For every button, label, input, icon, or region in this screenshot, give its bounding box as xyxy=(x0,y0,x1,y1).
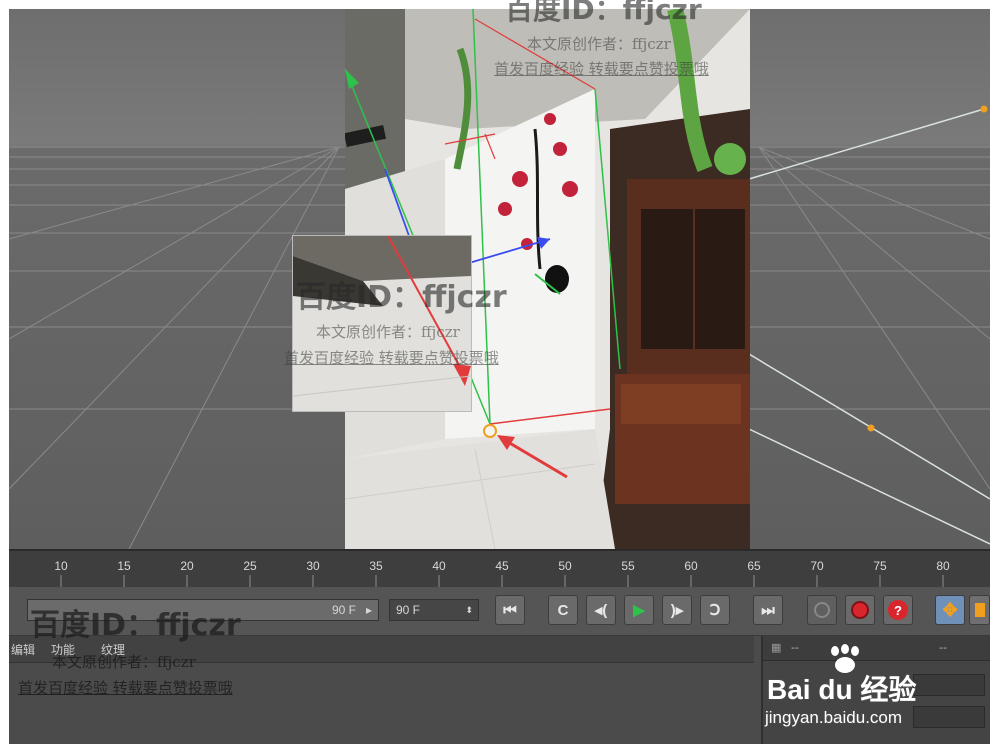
autokey-icon xyxy=(851,601,869,619)
timeline-tick: 40 xyxy=(432,559,446,573)
previous-frame-button[interactable]: ◂( xyxy=(586,595,616,625)
slider-arrow-icon: ▸ xyxy=(365,603,372,617)
next-frame-icon: )▸ xyxy=(670,602,684,619)
timeline-tick: 50 xyxy=(558,559,572,573)
help-button[interactable]: ? xyxy=(883,595,913,625)
help-icon-glyph: ? xyxy=(894,602,902,618)
watermark-id-bottom: 百度ID：ffjczr xyxy=(30,608,241,643)
watermark-promo-middle: 首发百度经验 转载要点赞投票哦 xyxy=(284,349,499,367)
timeline-tick: 35 xyxy=(369,559,383,573)
watermark-promo-bottom: 首发百度经验 转载要点赞投票哦 xyxy=(18,679,233,697)
go-to-end-button[interactable]: ⏭ xyxy=(753,595,783,625)
next-keyframe-icon: Ↄ xyxy=(709,602,721,619)
watermark-author-bottom: 本文原创作者：ffjczr xyxy=(52,653,196,671)
watermark-promo-top: 首发百度经验 转载要点赞投票哦 xyxy=(494,60,709,78)
record-disabled-button[interactable] xyxy=(807,595,837,625)
timeline-ruler[interactable]: 10 15 20 25 30 35 40 45 50 55 60 65 70 7… xyxy=(9,549,990,589)
next-keyframe-button[interactable]: Ↄ xyxy=(700,595,730,625)
autokey-button[interactable] xyxy=(845,595,875,625)
watermark-author-middle: 本文原创作者：ffjczr xyxy=(316,323,460,341)
timeline-tick: 80 xyxy=(936,559,950,573)
timeline-tick: 60 xyxy=(684,559,698,573)
baidu-brand-text: Bai du 经验 xyxy=(767,674,917,705)
move-icon: ✥ xyxy=(942,599,958,620)
watermark-author-top: 本文原创作者：ffjczr xyxy=(527,35,671,53)
scale-tool-button[interactable] xyxy=(969,595,990,625)
timeline-tick: 75 xyxy=(873,559,887,573)
disabled-record-icon xyxy=(814,602,830,618)
baidu-jingyan-logo: Bai du 经验 jingyan.baidu.com xyxy=(765,642,955,732)
move-tool-button[interactable]: ✥ xyxy=(935,595,965,625)
end-frame-slider-label: 90 F xyxy=(331,603,356,617)
end-frame-field-value: 90 F xyxy=(396,603,421,617)
timeline-tick: 10 xyxy=(54,559,68,573)
previous-keyframe-button[interactable]: C xyxy=(548,595,578,625)
timeline-tick: 70 xyxy=(810,559,824,573)
stepper-icon: ⬍ xyxy=(465,604,473,615)
watermark-id-top: 百度ID：ffjczr xyxy=(505,0,702,26)
play-button[interactable]: ▶ xyxy=(624,595,654,625)
timeline-tick: 20 xyxy=(180,559,194,573)
previous-frame-icon: ◂( xyxy=(594,602,608,619)
timeline-tick: 55 xyxy=(621,559,635,573)
play-icon: ▶ xyxy=(633,602,645,619)
help-icon: ? xyxy=(888,600,908,620)
go-to-end-icon: ⏭ xyxy=(761,601,775,619)
timeline-tick: 15 xyxy=(117,559,131,573)
previous-keyframe-icon: C xyxy=(557,601,569,619)
timeline-tick: 45 xyxy=(495,559,509,573)
watermark-id-middle: 百度ID：ffjczr xyxy=(296,280,507,315)
scale-icon xyxy=(974,603,985,617)
baidu-url: jingyan.baidu.com xyxy=(765,708,903,727)
end-frame-field[interactable]: 90 F ⬍ xyxy=(389,599,479,621)
go-to-start-icon: ⏮ xyxy=(503,601,517,619)
timeline-tick: 25 xyxy=(243,559,257,573)
go-to-start-button[interactable]: ⏮ xyxy=(495,595,525,625)
next-frame-button[interactable]: )▸ xyxy=(662,595,692,625)
timeline-tick: 30 xyxy=(306,559,320,573)
timeline-tick: 65 xyxy=(747,559,761,573)
